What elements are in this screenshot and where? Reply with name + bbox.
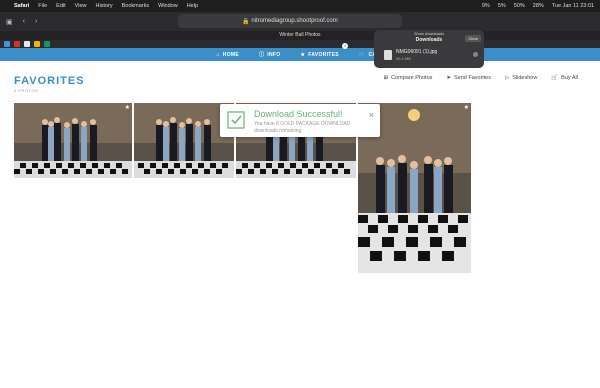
- menu-bookmarks[interactable]: Bookmarks: [122, 3, 150, 9]
- action-label: Send Favorites: [454, 75, 491, 81]
- page-title: FAVORITES: [14, 75, 85, 87]
- menu-history[interactable]: History: [95, 3, 112, 9]
- bookmark-icon[interactable]: [24, 41, 30, 47]
- bookmark-icon[interactable]: [4, 41, 10, 47]
- address-url: nitromediagroup.shootproof.com: [251, 18, 338, 24]
- checkmark-icon: [227, 111, 245, 129]
- close-icon[interactable]: ×: [369, 110, 374, 120]
- bookmark-icon[interactable]: [44, 41, 50, 47]
- tab-title[interactable]: Winter Ball Photos: [279, 32, 320, 38]
- nav-label: INFO: [267, 51, 281, 58]
- cart-icon: 🛒: [551, 75, 559, 81]
- play-icon: ▷: [505, 75, 510, 81]
- cart-icon: 🛒: [358, 51, 366, 58]
- lock-icon: 🔒: [242, 18, 252, 25]
- compare-icon: ⊞: [383, 75, 389, 81]
- wifi-status[interactable]: 5%: [498, 3, 506, 9]
- info-icon: ⓘ: [258, 52, 265, 58]
- reveal-in-finder-icon[interactable]: [473, 52, 478, 57]
- slideshow-button[interactable]: ▷ Slideshow: [505, 75, 537, 81]
- browser-toolbar: ▣ ‹ › 🔒 nitromediagroup.shootproof.com: [0, 12, 600, 31]
- sidebar-toggle-icon[interactable]: ▣: [6, 18, 13, 26]
- download-success-toast: Download Successful! You have 8 GOLD PAC…: [220, 104, 380, 137]
- toast-message: You have 8 GOLD PACKAGE DOWNLOAD downloa…: [254, 121, 351, 134]
- send-icon: ➤: [446, 75, 451, 81]
- menu-view[interactable]: View: [75, 3, 87, 9]
- action-label: Slideshow: [512, 75, 538, 81]
- address-bar[interactable]: 🔒 nitromediagroup.shootproof.com: [178, 14, 402, 28]
- menu-edit[interactable]: Edit: [56, 3, 65, 9]
- action-label: Compare Photos: [391, 75, 433, 81]
- site-nav: ⌂HOME ⓘINFO ★FAVORITES 🛒CART: [0, 48, 600, 61]
- send-favorites-button[interactable]: ➤ Send Favorites: [446, 75, 491, 81]
- menu-file[interactable]: File: [38, 3, 47, 9]
- favorites-count-badge: 4: [342, 43, 348, 49]
- nav-info[interactable]: ⓘ INFO: [258, 51, 281, 59]
- tab-bar: Winter Ball Photos: [0, 31, 600, 40]
- photo-thumbnail[interactable]: ★: [134, 103, 234, 178]
- battery-status[interactable]: 50%: [514, 3, 525, 9]
- menu-help[interactable]: Help: [187, 3, 198, 9]
- nav-label: FAVORITES: [308, 51, 339, 58]
- menu-app[interactable]: Safari: [14, 3, 29, 9]
- cpu-status[interactable]: 9%: [482, 3, 490, 9]
- back-icon[interactable]: ‹: [23, 18, 25, 25]
- buy-all-button[interactable]: 🛒 Buy All: [551, 75, 578, 81]
- bookmark-icon[interactable]: [14, 41, 20, 47]
- star-icon: ★: [300, 51, 306, 58]
- bookmark-icon[interactable]: [34, 41, 40, 47]
- gallery-actions: ⊞ Compare Photos ➤ Send Favorites ▷ Slidesh…: [384, 75, 579, 81]
- star-icon[interactable]: ★: [464, 104, 469, 111]
- menubar: Safari File Edit View History Bookmarks …: [0, 0, 600, 12]
- file-icon: [384, 50, 392, 60]
- download-filesize: 35.4 MB: [396, 56, 411, 61]
- group-photo-image: [14, 103, 132, 178]
- nav-favorites[interactable]: ★ FAVORITES: [300, 52, 338, 58]
- photo-count: 4 PHOTOS: [14, 88, 39, 93]
- favorites-bar: [0, 40, 600, 48]
- mem-status[interactable]: 28%: [533, 3, 544, 9]
- clear-downloads-button[interactable]: Clear: [465, 35, 481, 42]
- action-label: Buy All: [561, 75, 578, 81]
- compare-photos-button[interactable]: ⊞ Compare Photos: [384, 75, 433, 81]
- clock[interactable]: Tue Jan 11 23:01: [552, 3, 594, 9]
- home-icon: ⌂: [216, 51, 220, 58]
- nav-home[interactable]: ⌂ HOME: [216, 52, 239, 58]
- menu-window[interactable]: Window: [158, 3, 178, 9]
- star-icon[interactable]: ★: [125, 104, 130, 111]
- photo-thumbnail[interactable]: ★: [14, 103, 132, 178]
- forward-icon[interactable]: ›: [35, 18, 37, 25]
- nav-label: HOME: [222, 51, 239, 58]
- group-photo-image: [134, 103, 234, 178]
- downloads-popover: Show downloads Downloads Clear NMG06091 …: [374, 30, 484, 68]
- download-filename[interactable]: NMG06091 (1).jpg: [396, 49, 437, 55]
- toast-title: Download Successful!: [254, 109, 343, 119]
